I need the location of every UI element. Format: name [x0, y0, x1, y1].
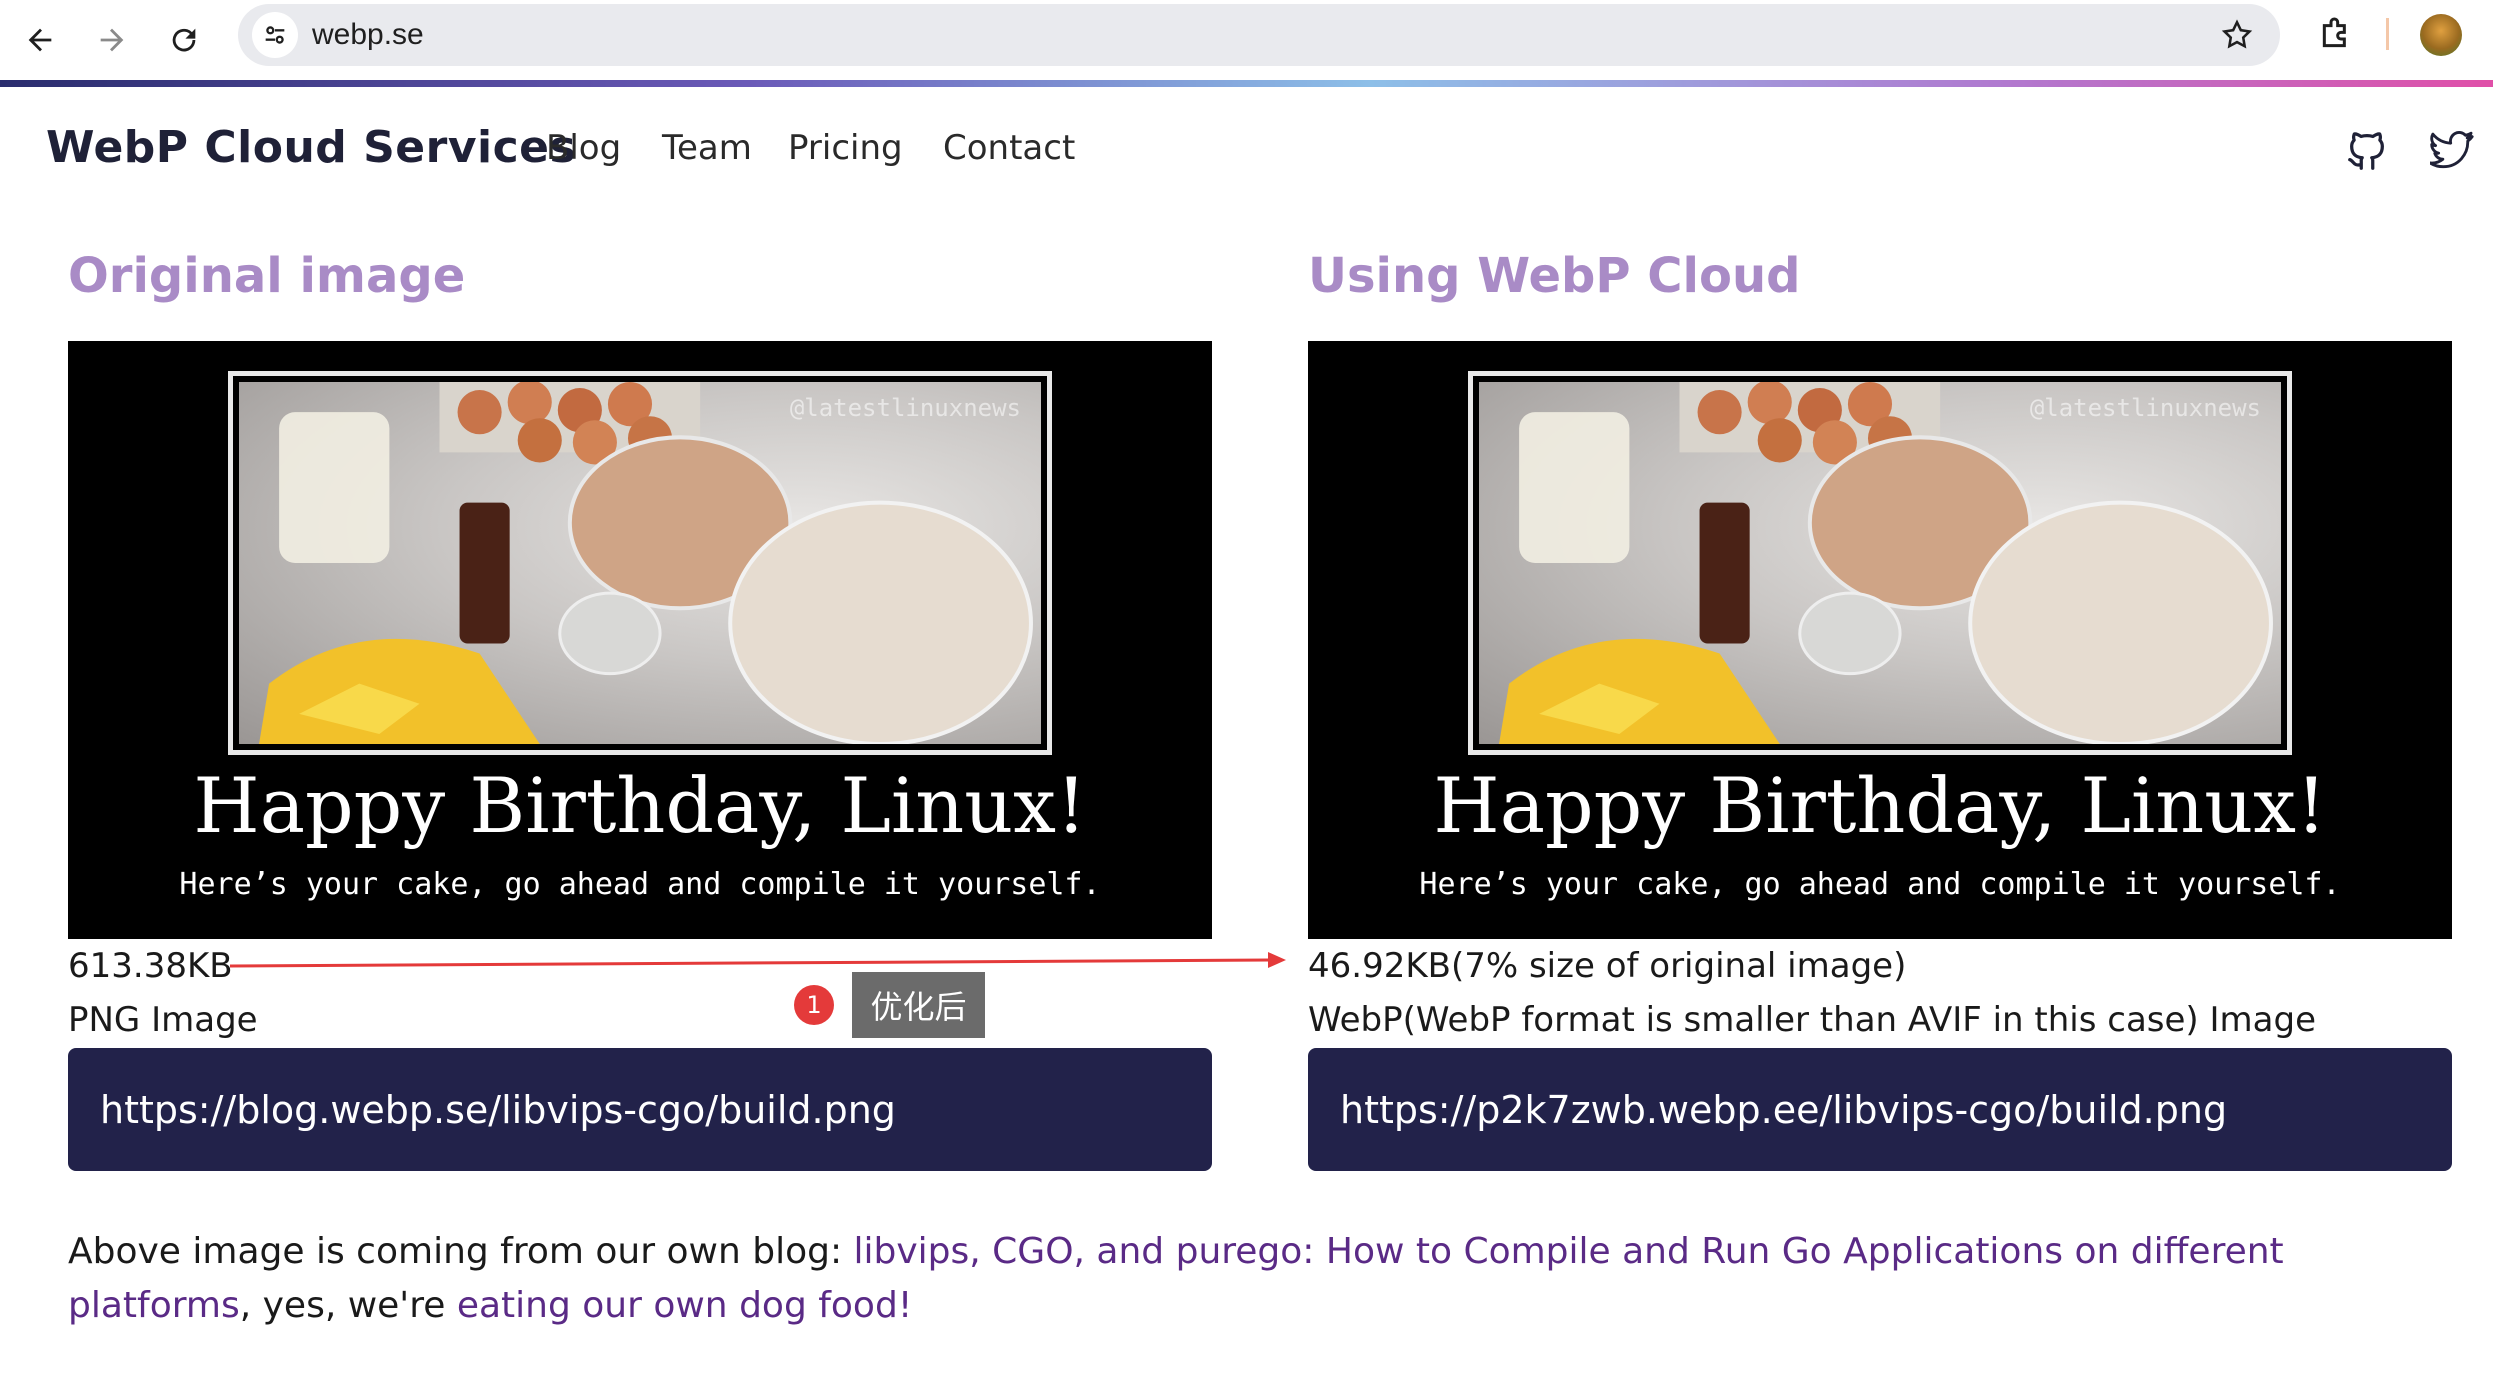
optimized-url[interactable]: https://p2k7zwb.webp.ee/libvips-cgo/buil…	[1340, 1088, 2227, 1132]
optimized-format: WebP(WebP format is smaller than AVIF in…	[1308, 1000, 2316, 1040]
back-button[interactable]	[14, 14, 66, 66]
address-bar[interactable]: webp.se	[238, 4, 2280, 66]
optimized-image: @latestlinuxnews Happy Birthday, Linux! …	[1308, 341, 2452, 939]
original-format: PNG Image	[68, 1000, 258, 1040]
photo-watermark: @latestlinuxnews	[2029, 394, 2261, 422]
image-caption-title: Happy Birthday, Linux!	[1433, 761, 2327, 850]
footer-middle: , yes, we're	[239, 1285, 457, 1326]
original-heading: Original image	[68, 248, 466, 304]
extensions-puzzle-icon[interactable]	[2316, 14, 2356, 54]
tune-icon	[265, 26, 285, 44]
github-link[interactable]	[2344, 128, 2390, 174]
optimized-url-box[interactable]: https://p2k7zwb.webp.ee/libvips-cgo/buil…	[1308, 1048, 2452, 1171]
site-top-gradient-bar	[0, 80, 2493, 87]
footer-prefix: Above image is coming from our own blog:	[68, 1231, 854, 1272]
ingredients-illustration	[259, 382, 1033, 744]
reload-icon	[172, 28, 196, 52]
bookmark-star-icon[interactable]	[2220, 18, 2254, 52]
baking-ingredients-photo: @latestlinuxnews	[1479, 382, 2281, 744]
optimized-size: 46.92KB(7% size of original image)	[1308, 946, 1907, 986]
original-size: 613.38KB	[68, 946, 233, 986]
site-settings-button[interactable]	[252, 12, 298, 58]
image-caption-subtitle: Here’s your cake, go ahead and compile i…	[179, 867, 1101, 902]
nav-team[interactable]: Team	[662, 128, 752, 168]
original-url-box[interactable]: https://blog.webp.se/libvips-cgo/build.p…	[68, 1048, 1212, 1171]
baking-ingredients-photo: @latestlinuxnews	[239, 382, 1041, 744]
twitter-icon	[2428, 131, 2474, 169]
original-url[interactable]: https://blog.webp.se/libvips-cgo/build.p…	[100, 1088, 896, 1132]
photo-frame: @latestlinuxnews	[1468, 371, 2292, 755]
forward-arrow-icon	[100, 28, 124, 52]
reload-button[interactable]	[158, 14, 210, 66]
dog-food-link[interactable]: eating our own dog food!	[457, 1285, 912, 1326]
ingredients-illustration	[1499, 382, 2273, 744]
optimized-heading: Using WebP Cloud	[1308, 248, 1801, 304]
nav-pricing[interactable]: Pricing	[788, 128, 903, 168]
toolbar-divider	[2386, 18, 2389, 50]
photo-frame: @latestlinuxnews	[228, 371, 1052, 755]
photo-watermark: @latestlinuxnews	[789, 394, 1021, 422]
forward-button[interactable]	[86, 14, 138, 66]
annotation-label: 优化后	[852, 972, 985, 1038]
profile-avatar[interactable]	[2420, 14, 2462, 56]
footer-note: Above image is coming from our own blog:…	[68, 1225, 2448, 1333]
original-image: @latestlinuxnews Happy Birthday, Linux! …	[68, 341, 1212, 939]
annotation-badge: 1	[794, 985, 834, 1025]
image-caption-title: Happy Birthday, Linux!	[193, 761, 1087, 850]
nav-contact[interactable]: Contact	[943, 128, 1075, 168]
twitter-link[interactable]	[2428, 128, 2476, 174]
image-caption-subtitle: Here’s your cake, go ahead and compile i…	[1419, 867, 2341, 902]
url-text[interactable]: webp.se	[312, 18, 424, 52]
nav-blog[interactable]: Blog	[546, 128, 621, 168]
site-brand[interactable]: WebP Cloud Services	[46, 122, 576, 173]
browser-toolbar: webp.se	[0, 0, 2493, 80]
github-icon	[2348, 132, 2384, 170]
back-arrow-icon	[28, 28, 52, 52]
